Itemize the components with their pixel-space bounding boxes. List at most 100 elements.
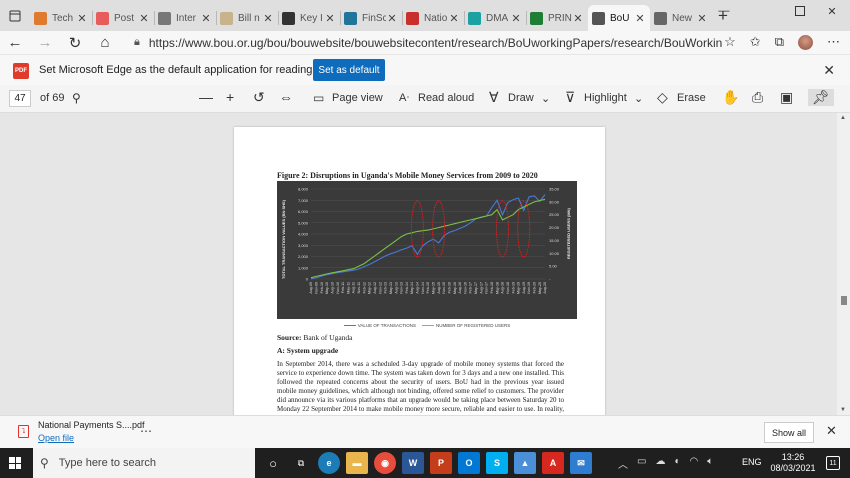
scroll-down-icon[interactable]: ▼ (840, 407, 846, 413)
y-tick-label: 5,000 (298, 220, 309, 225)
show-hidden-icons-icon[interactable]: ︿ (618, 456, 628, 471)
highlight-button[interactable]: Highlight (584, 92, 627, 104)
infobar-close-icon[interactable]: ✕ (823, 62, 835, 79)
chrome-icon[interactable]: ◉ (374, 452, 396, 474)
favorite-star-icon[interactable]: ☆ (724, 34, 736, 50)
mail-icon[interactable]: ✉ (570, 452, 592, 474)
maximize-button[interactable] (782, 0, 818, 22)
clock[interactable]: 13:26 08/03/2021 (770, 452, 816, 474)
favorites-icon[interactable]: ✩ (750, 34, 761, 50)
photos-icon[interactable]: ▲ (514, 452, 536, 474)
show-all-button[interactable]: Show all (764, 422, 814, 443)
tab-0[interactable]: Tech ✕ (30, 5, 92, 31)
tab-close-icon[interactable]: ✕ (510, 12, 522, 25)
back-button[interactable]: ← (0, 34, 30, 51)
print-icon[interactable]: ⎙ (752, 89, 763, 106)
powerpoint-icon[interactable]: P (430, 452, 452, 474)
page-view-icon[interactable]: ▭ (313, 91, 324, 105)
tab-favicon-icon (530, 11, 543, 25)
read-aloud-icon[interactable]: Aᐧ (399, 91, 409, 104)
tab-label: Inter (176, 12, 197, 24)
tab-4[interactable]: Key I ✕ (278, 5, 340, 31)
tab-close-icon[interactable]: ✕ (200, 12, 212, 25)
tab-2[interactable]: Inter ✕ (154, 5, 216, 31)
highlight-chevron-down-icon[interactable]: ⌄ (634, 92, 643, 105)
erase-button[interactable]: Erase (677, 92, 706, 104)
scroll-up-icon[interactable]: ▲ (840, 115, 846, 121)
tab-close-icon[interactable]: ✕ (324, 12, 336, 25)
tab-close-icon[interactable]: ✕ (138, 12, 150, 25)
tab-3[interactable]: Bill n ✕ (216, 5, 278, 31)
home-button[interactable]: ⌂ (90, 34, 120, 51)
url-field[interactable]: 🔒︎ https://www.bou.or.ug/bou/bouwebsite/… (134, 33, 722, 52)
search-icon[interactable]: ⚲ (72, 91, 81, 105)
tab-close-icon[interactable]: ✕ (572, 12, 584, 25)
file-explorer-icon[interactable]: ▬ (346, 452, 368, 474)
acrobat-icon[interactable]: A (542, 452, 564, 474)
close-window-button[interactable]: ✕ (814, 0, 850, 22)
highlight-icon[interactable]: ⊽ (565, 89, 575, 106)
rotate-icon[interactable]: ↺ (253, 89, 265, 106)
download-file-name[interactable]: National Payments S....pdf (38, 420, 145, 430)
avatar[interactable] (798, 34, 813, 50)
task-view-icon[interactable]: ⧉ (290, 452, 312, 474)
word-icon[interactable]: W (402, 452, 424, 474)
tab-1[interactable]: Post ✕ (92, 5, 154, 31)
fit-page-icon[interactable]: ⇔ (279, 89, 293, 105)
page-number-input[interactable]: 47 (9, 90, 31, 107)
pdf-viewer[interactable]: Figure 2: Disruptions in Uganda's Mobile… (0, 113, 850, 415)
refresh-button[interactable]: ↻ (60, 34, 90, 52)
scroll-thumb[interactable] (841, 296, 847, 305)
tab-close-icon[interactable]: ✕ (262, 12, 274, 25)
tab-label: Key I (300, 12, 323, 24)
set-as-default-button[interactable]: Set as default (313, 59, 385, 81)
zoom-in-icon[interactable]: + (226, 89, 234, 105)
tab-close-icon[interactable]: ✕ (448, 12, 460, 25)
open-file-link[interactable]: Open file (38, 433, 74, 443)
edge-browser-icon[interactable]: e (318, 452, 340, 474)
pdf-file-icon: ⮧ (18, 425, 29, 438)
read-aloud-button[interactable]: Read aloud (418, 92, 474, 104)
taskbar-search-box[interactable]: ⚲ Type here to search (33, 448, 255, 478)
page-view-button[interactable]: Page view (332, 92, 383, 104)
draw-icon[interactable]: ∀ (489, 89, 499, 106)
x-tick-label: Aug-15 (437, 282, 441, 294)
draw-chevron-down-icon[interactable]: ⌄ (541, 92, 550, 105)
more-menu-icon[interactable]: ⋯ (827, 34, 840, 50)
volume-icon[interactable]: 🔈︎ (707, 456, 713, 471)
cortana-icon[interactable]: ○ (262, 452, 284, 474)
vertical-scrollbar[interactable]: ▲ ▼ (837, 113, 850, 415)
minimize-button[interactable]: — (706, 0, 742, 22)
save-icon[interactable]: ▣ (780, 89, 793, 106)
battery-icon[interactable]: ▭ (637, 456, 646, 471)
windows-start-icon[interactable] (9, 457, 21, 469)
tab-search-icon[interactable] (744, 0, 780, 22)
touch-icon[interactable]: ✋ (722, 89, 739, 106)
tab-10[interactable]: New ✕ (650, 5, 712, 31)
network-icon[interactable]: ◠ (690, 456, 699, 471)
skype-icon[interactable]: S (486, 452, 508, 474)
draw-button[interactable]: Draw (508, 92, 534, 104)
tab-7[interactable]: DMA ✕ (464, 5, 526, 31)
tab-actions-button[interactable] (0, 0, 30, 31)
tab-9[interactable]: BoU ✕ (588, 5, 650, 31)
outlook-icon[interactable]: O (458, 452, 480, 474)
notifications-icon[interactable]: 11 (826, 456, 840, 470)
x-tick-label: May-20 (538, 282, 542, 294)
tab-close-icon[interactable]: ✕ (386, 12, 398, 25)
eraser-icon[interactable]: ◇ (657, 89, 668, 106)
tab-close-icon[interactable]: ✕ (634, 12, 646, 25)
tab-5[interactable]: FinSc ✕ (340, 5, 402, 31)
download-bar-close-icon[interactable]: ✕ (826, 423, 837, 439)
onedrive-icon[interactable]: ☁ (655, 456, 665, 471)
tab-8[interactable]: PRIN ✕ (526, 5, 588, 31)
download-more-icon[interactable]: ⋯ (140, 424, 152, 438)
tab-close-icon[interactable]: ✕ (76, 12, 88, 25)
pin-toolbar-icon[interactable]: 📌︎ (808, 89, 834, 106)
zoom-out-icon[interactable]: — (199, 89, 213, 105)
forward-button[interactable]: → (30, 34, 60, 51)
language-indicator[interactable]: ENG (742, 457, 762, 467)
collections-icon[interactable]: ⧉ (775, 34, 784, 50)
tab-6[interactable]: Natio ✕ (402, 5, 464, 31)
antivirus-icon[interactable]: ◐ (674, 456, 680, 471)
